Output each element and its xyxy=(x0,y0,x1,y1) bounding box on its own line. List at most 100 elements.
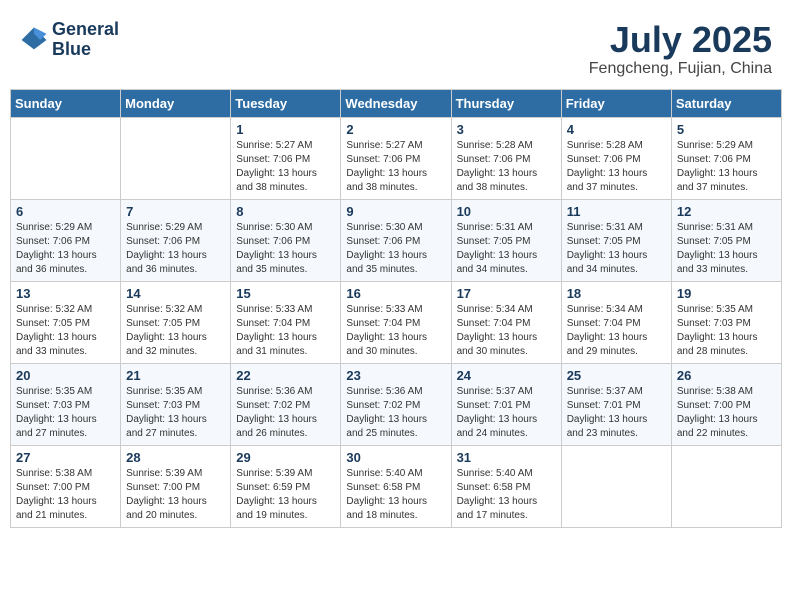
calendar-cell xyxy=(121,117,231,199)
calendar-cell: 13 Sunrise: 5:32 AMSunset: 7:05 PMDayligh… xyxy=(11,281,121,363)
day-number: 29 xyxy=(236,450,335,465)
day-number: 22 xyxy=(236,368,335,383)
day-detail: Sunrise: 5:32 AMSunset: 7:05 PMDaylight:… xyxy=(16,303,115,359)
day-detail: Sunrise: 5:28 AMSunset: 7:06 PMDaylight:… xyxy=(567,139,666,195)
calendar-cell: 5Sunrise: 5:29 AMSunset: 7:06 PMDaylight… xyxy=(671,117,781,199)
calendar-table: SundayMondayTuesdayWednesdayThursdayFrid… xyxy=(10,89,782,528)
day-detail: Sunrise: 5:40 AMSunset: 6:58 PMDaylight:… xyxy=(346,467,445,523)
day-detail: Sunrise: 5:39 AMSunset: 6:59 PMDaylight:… xyxy=(236,467,335,523)
day-detail: Sunrise: 5:34 AMSunset: 7:04 PMDaylight:… xyxy=(567,303,666,359)
day-detail: Sunrise: 5:31 AMSunset: 7:05 PMDaylight:… xyxy=(457,221,556,277)
calendar-cell: 31 Sunrise: 5:40 AMSunset: 6:58 PMDayligh… xyxy=(451,445,561,527)
calendar-cell: 11 Sunrise: 5:31 AMSunset: 7:05 PMDayligh… xyxy=(561,199,671,281)
day-detail: Sunrise: 5:33 AMSunset: 7:04 PMDaylight:… xyxy=(236,303,335,359)
calendar-cell: 10 Sunrise: 5:31 AMSunset: 7:05 PMDayligh… xyxy=(451,199,561,281)
day-number: 30 xyxy=(346,450,445,465)
day-number: 23 xyxy=(346,368,445,383)
day-detail: Sunrise: 5:29 AMSunset: 7:06 PMDaylight:… xyxy=(16,221,115,277)
calendar-cell: 22 Sunrise: 5:36 AMSunset: 7:02 PMDayligh… xyxy=(231,363,341,445)
calendar-cell: 3 Sunrise: 5:28 AMSunset: 7:06 PMDaylight… xyxy=(451,117,561,199)
title-block: July 2025 Fengcheng, Fujian, China xyxy=(589,20,772,78)
calendar-cell xyxy=(561,445,671,527)
calendar-week-4: 20 Sunrise: 5:35 AMSunset: 7:03 PMDayligh… xyxy=(11,363,782,445)
day-number: 2 xyxy=(346,122,445,137)
month-title: July 2025 xyxy=(589,20,772,60)
calendar-cell xyxy=(11,117,121,199)
day-number: 25 xyxy=(567,368,666,383)
day-number: 13 xyxy=(16,286,115,301)
calendar-cell: 25 Sunrise: 5:37 AMSunset: 7:01 PMDayligh… xyxy=(561,363,671,445)
day-number: 14 xyxy=(126,286,225,301)
calendar-cell: 7 Sunrise: 5:29 AMSunset: 7:06 PMDaylight… xyxy=(121,199,231,281)
day-detail: Sunrise: 5:35 AMSunset: 7:03 PMDaylight:… xyxy=(677,303,776,359)
day-detail: Sunrise: 5:28 AMSunset: 7:06 PMDaylight:… xyxy=(457,139,556,195)
calendar-cell: 26 Sunrise: 5:38 AMSunset: 7:00 PMDayligh… xyxy=(671,363,781,445)
calendar-cell: 27 Sunrise: 5:38 AMSunset: 7:00 PMDayligh… xyxy=(11,445,121,527)
day-number: 19 xyxy=(677,286,776,301)
calendar-cell xyxy=(671,445,781,527)
day-detail: Sunrise: 5:37 AMSunset: 7:01 PMDaylight:… xyxy=(457,385,556,441)
day-number: 27 xyxy=(16,450,115,465)
day-detail: Sunrise: 5:35 AMSunset: 7:03 PMDaylight:… xyxy=(126,385,225,441)
day-number: 24 xyxy=(457,368,556,383)
day-detail: Sunrise: 5:34 AMSunset: 7:04 PMDaylight:… xyxy=(457,303,556,359)
day-detail: Sunrise: 5:36 AMSunset: 7:02 PMDaylight:… xyxy=(236,385,335,441)
calendar-body: 1 Sunrise: 5:27 AMSunset: 7:06 PMDaylight… xyxy=(11,117,782,527)
day-detail: Sunrise: 5:38 AMSunset: 7:00 PMDaylight:… xyxy=(677,385,776,441)
calendar-cell: 12 Sunrise: 5:31 AMSunset: 7:05 PMDayligh… xyxy=(671,199,781,281)
day-detail: Sunrise: 5:36 AMSunset: 7:02 PMDaylight:… xyxy=(346,385,445,441)
day-number: 12 xyxy=(677,204,776,219)
calendar-cell: 6Sunrise: 5:29 AMSunset: 7:06 PMDaylight… xyxy=(11,199,121,281)
page-header: General Blue July 2025 Fengcheng, Fujian… xyxy=(10,10,782,83)
day-number: 1 xyxy=(236,122,335,137)
weekday-header-thursday: Thursday xyxy=(451,89,561,117)
calendar-week-2: 6Sunrise: 5:29 AMSunset: 7:06 PMDaylight… xyxy=(11,199,782,281)
day-detail: Sunrise: 5:32 AMSunset: 7:05 PMDaylight:… xyxy=(126,303,225,359)
calendar-cell: 4 Sunrise: 5:28 AMSunset: 7:06 PMDaylight… xyxy=(561,117,671,199)
day-detail: Sunrise: 5:31 AMSunset: 7:05 PMDaylight:… xyxy=(677,221,776,277)
day-number: 21 xyxy=(126,368,225,383)
logo-icon xyxy=(20,26,48,54)
day-number: 15 xyxy=(236,286,335,301)
day-number: 4 xyxy=(567,122,666,137)
calendar-cell: 17 Sunrise: 5:34 AMSunset: 7:04 PMDayligh… xyxy=(451,281,561,363)
calendar-cell: 29 Sunrise: 5:39 AMSunset: 6:59 PMDayligh… xyxy=(231,445,341,527)
day-detail: Sunrise: 5:39 AMSunset: 7:00 PMDaylight:… xyxy=(126,467,225,523)
weekday-header-tuesday: Tuesday xyxy=(231,89,341,117)
day-detail: Sunrise: 5:30 AMSunset: 7:06 PMDaylight:… xyxy=(346,221,445,277)
calendar-cell: 21 Sunrise: 5:35 AMSunset: 7:03 PMDayligh… xyxy=(121,363,231,445)
day-number: 31 xyxy=(457,450,556,465)
location-title: Fengcheng, Fujian, China xyxy=(589,60,772,78)
day-number: 28 xyxy=(126,450,225,465)
day-number: 3 xyxy=(457,122,556,137)
day-detail: Sunrise: 5:30 AMSunset: 7:06 PMDaylight:… xyxy=(236,221,335,277)
day-number: 26 xyxy=(677,368,776,383)
day-detail: Sunrise: 5:27 AMSunset: 7:06 PMDaylight:… xyxy=(236,139,335,195)
calendar-cell: 30 Sunrise: 5:40 AMSunset: 6:58 PMDayligh… xyxy=(341,445,451,527)
day-detail: Sunrise: 5:38 AMSunset: 7:00 PMDaylight:… xyxy=(16,467,115,523)
day-number: 16 xyxy=(346,286,445,301)
calendar-week-5: 27 Sunrise: 5:38 AMSunset: 7:00 PMDayligh… xyxy=(11,445,782,527)
weekday-header-row: SundayMondayTuesdayWednesdayThursdayFrid… xyxy=(11,89,782,117)
weekday-header-saturday: Saturday xyxy=(671,89,781,117)
day-number: 8 xyxy=(236,204,335,219)
calendar-cell: 1 Sunrise: 5:27 AMSunset: 7:06 PMDaylight… xyxy=(231,117,341,199)
calendar-cell: 18Sunrise: 5:34 AMSunset: 7:04 PMDayligh… xyxy=(561,281,671,363)
day-detail: Sunrise: 5:29 AMSunset: 7:06 PMDaylight:… xyxy=(126,221,225,277)
calendar-cell: 9Sunrise: 5:30 AMSunset: 7:06 PMDaylight… xyxy=(341,199,451,281)
day-number: 17 xyxy=(457,286,556,301)
weekday-header-monday: Monday xyxy=(121,89,231,117)
day-detail: Sunrise: 5:37 AMSunset: 7:01 PMDaylight:… xyxy=(567,385,666,441)
day-number: 10 xyxy=(457,204,556,219)
calendar-cell: 19 Sunrise: 5:35 AMSunset: 7:03 PMDayligh… xyxy=(671,281,781,363)
day-number: 20 xyxy=(16,368,115,383)
day-detail: Sunrise: 5:35 AMSunset: 7:03 PMDaylight:… xyxy=(16,385,115,441)
day-detail: Sunrise: 5:29 AMSunset: 7:06 PMDaylight:… xyxy=(677,139,776,195)
day-detail: Sunrise: 5:40 AMSunset: 6:58 PMDaylight:… xyxy=(457,467,556,523)
day-number: 11 xyxy=(567,204,666,219)
calendar-cell: 15 Sunrise: 5:33 AMSunset: 7:04 PMDayligh… xyxy=(231,281,341,363)
weekday-header-friday: Friday xyxy=(561,89,671,117)
day-detail: Sunrise: 5:31 AMSunset: 7:05 PMDaylight:… xyxy=(567,221,666,277)
day-number: 7 xyxy=(126,204,225,219)
logo: General Blue xyxy=(20,20,119,60)
